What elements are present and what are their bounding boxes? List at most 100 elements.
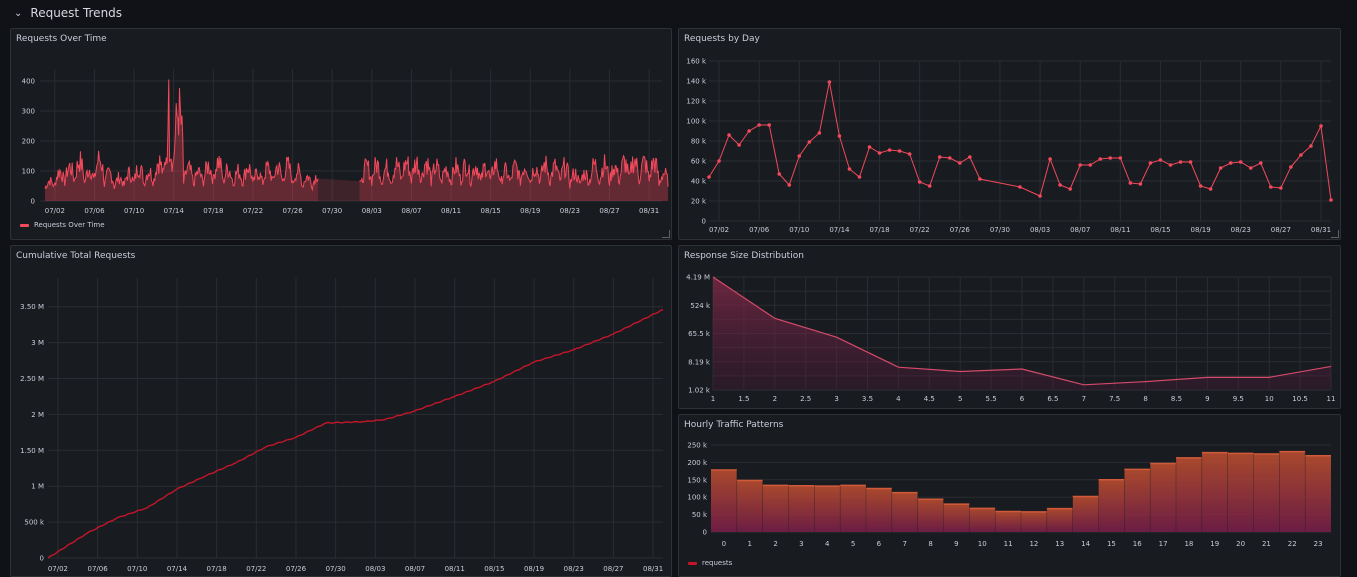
data-point [867,145,872,149]
data-point [978,177,982,181]
x-tick-label: 3 [834,395,838,403]
data-point [837,134,842,138]
data-point [747,129,751,133]
data-point [1299,153,1303,157]
data-point [1018,185,1022,189]
x-tick-label: 08/19 [1190,226,1210,234]
y-tick-label: 120 k [686,98,707,106]
y-tick-label: 8.19 k [688,358,711,366]
data-point [1178,160,1183,164]
bar [762,485,789,532]
data-point [1329,198,1333,202]
x-tick-label: 07/18 [203,207,223,215]
x-tick-label: 7.5 [1109,395,1120,403]
data-point [827,80,832,84]
y-tick-label: 250 k [687,442,708,450]
data-point [857,175,862,179]
data-point [1188,160,1193,164]
x-tick-label: 07/18 [207,565,227,573]
y-tick-label: 2 M [31,411,44,419]
legend-label: Requests Over Time [34,221,105,229]
x-tick-label: 08/27 [599,207,619,215]
x-tick-label: 15 [1107,540,1116,548]
panel-cumulative-total-requests[interactable]: Cumulative Total Requests 0 500 k1 M 1.50 … [10,245,672,577]
x-tick-label: 5 [851,540,855,548]
panel-hourly-traffic-patterns[interactable]: Hourly Traffic Patterns 0 50 k 100 k 150 k2… [678,414,1341,577]
y-tick-label: 60 k [691,158,707,166]
x-tick-label: 22 [1288,540,1297,548]
x-tick-label: 7 [903,540,907,548]
bar [1176,457,1202,532]
data-point [757,123,761,127]
legend[interactable]: Requests Over Time [20,221,105,229]
bar [1098,479,1125,532]
x-tick-label: 07/30 [990,226,1010,234]
y-tick-label: 40 k [691,178,707,186]
x-tick-label: 08/11 [1110,226,1130,234]
panel-response-size-distribution[interactable]: Response Size Distribution 1.02 k 8.19 k6… [678,245,1341,409]
x-tick-label: 07/26 [282,207,303,215]
bar [891,492,918,532]
panel-requests-by-day[interactable]: Requests by Day 0 20 k 40 k 60 k 80 k 100 k 12… [678,28,1341,240]
chart-response-size-distribution: 1.02 k 8.19 k 65.5 k 524 k 4.19 M 1 1.5 2 2.5 3 3.… [686,274,1335,404]
data-point [787,183,792,187]
x-tick-label: 07/14 [829,226,850,234]
x-tick-label: 1 [748,540,752,548]
bar [1279,451,1306,532]
data-point [807,140,812,144]
y-tick-label: 100 [22,168,35,176]
data-point [897,149,902,153]
data-point [958,161,962,165]
x-tick-label: 16 [1133,540,1142,548]
y-tick-label: 300 [22,108,35,116]
data-point [937,155,942,159]
data-point [968,155,972,159]
x-tick-label: 08/31 [643,565,663,573]
resize-handle[interactable] [662,230,670,238]
data-point [927,184,932,188]
x-tick-label: 1 [711,395,715,403]
x-tick-label: 07/06 [88,565,109,573]
x-tick-label: 08/07 [401,207,421,215]
x-tick-label: 08/11 [441,207,461,215]
x-tick-label: 07/22 [246,565,266,573]
x-tick-label: 2 [773,395,777,403]
x-tick-label: 6 [877,540,882,548]
legend-swatch [20,223,29,227]
x-tick-label: 12 [1029,540,1038,548]
x-tick-label: 11 [1004,540,1013,548]
y-tick-label: 1.02 k [688,387,711,395]
y-tick-label: 100 k [687,494,708,502]
data-point [717,159,721,163]
legend[interactable]: requests [688,559,732,567]
x-tick-label: 08/07 [405,565,425,573]
data-point [1198,184,1203,188]
row-header-request-trends[interactable]: ⌄ Request Trends [0,0,1357,26]
bar [1227,453,1254,532]
x-tick-label: 07/10 [789,226,809,234]
x-tick-label: 1.5 [738,395,749,403]
data-point [1248,166,1253,170]
data-point [1138,182,1143,186]
bar [995,511,1021,532]
bar [736,480,763,532]
x-tick-label: 18 [1184,540,1193,548]
x-tick-label: 0 [722,540,726,548]
x-tick-label: 08/31 [1311,226,1331,234]
row-title: Request Trends [30,6,123,20]
y-tick-label: 3.50 M [20,303,44,311]
chart-requests-by-day: 0 20 k 40 k 60 k 80 k 100 k 120 k 140 k 160 k 07/… [686,58,1333,234]
panel-requests-over-time[interactable]: Requests Over Time 0 100 200 300 400 07/02 07/… [10,28,672,240]
bar [969,508,996,532]
chart-hourly-traffic-patterns: 050 k100 k150 k200 k250 k0 1 2 3 4 5 6 7 8 9 10 11 1… [687,442,1331,548]
data-point [917,180,922,184]
y-tick-label: 2.50 M [20,375,44,383]
x-tick-label: 8 [928,540,932,548]
chevron-down-icon[interactable]: ⌄ [14,8,22,19]
x-tick-label: 6 [1020,395,1025,403]
bar [788,485,815,532]
data-point [797,154,802,158]
resize-handle[interactable] [1331,230,1339,238]
x-tick-label: 07/10 [127,565,147,573]
x-tick-label: 10 [978,540,987,548]
